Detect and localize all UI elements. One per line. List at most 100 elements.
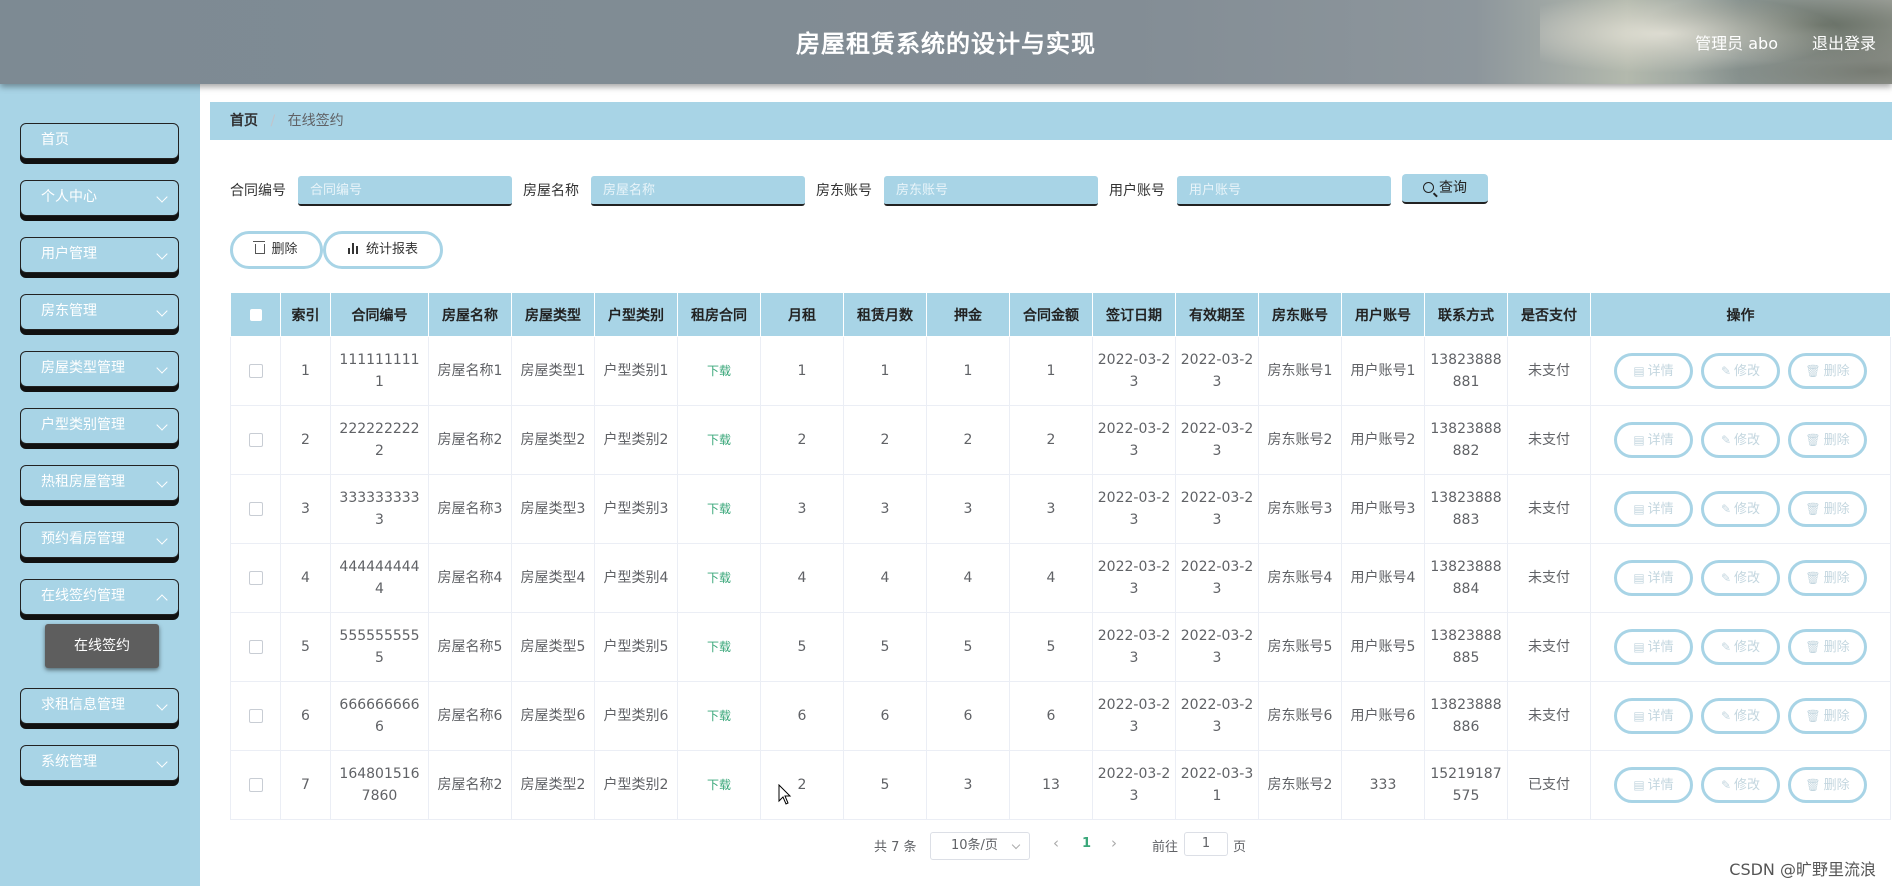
edit-button[interactable]: ✎ 修改 <box>1701 629 1780 665</box>
contract-download-link[interactable]: 下载 <box>707 364 731 378</box>
sidebar-item-personal-center[interactable]: 个人中心 <box>20 180 179 216</box>
contract-file-cell: 下载 <box>677 543 761 613</box>
prev-page-chevron-icon[interactable]: ‹ <box>1053 834 1059 862</box>
logout-link[interactable]: 退出登录 <box>1812 30 1876 54</box>
phone-cell: 15219187575 <box>1424 750 1508 820</box>
layout-category-cell: 户型类别6 <box>594 681 678 751</box>
row-select-cell[interactable] <box>230 681 281 751</box>
contract-download-link[interactable]: 下载 <box>707 502 731 516</box>
contract-no-input[interactable] <box>298 176 512 206</box>
delete-button[interactable]: 🗑 删除 <box>1788 353 1867 389</box>
breadcrumb-home[interactable]: 首页 <box>230 113 258 129</box>
row-checkbox[interactable] <box>248 433 263 447</box>
valid-until-cell: 2022-03-23 <box>1175 405 1259 475</box>
chevron-down-icon <box>156 191 168 203</box>
sidebar-item-layout-category-management[interactable]: 户型类别管理 <box>20 408 179 444</box>
row-checkbox[interactable] <box>248 571 263 585</box>
edit-button[interactable]: ✎ 修改 <box>1701 767 1780 803</box>
detail-button[interactable]: ▤ 详情 <box>1614 353 1693 389</box>
row-checkbox[interactable] <box>248 364 263 378</box>
edit-button-label: 修改 <box>1734 640 1761 655</box>
detail-button-label: 详情 <box>1647 709 1674 724</box>
sidebar-item-house-type-management[interactable]: 房屋类型管理 <box>20 351 179 387</box>
delete-button[interactable]: 🗑 删除 <box>1788 629 1867 665</box>
contract-amount-cell: 1 <box>1009 336 1093 406</box>
row-checkbox[interactable] <box>248 640 263 654</box>
row-actions-cell: ▤ 详情 ✎ 修改 🗑 删除 <box>1590 750 1891 820</box>
detail-button[interactable]: ▤ 详情 <box>1614 422 1693 458</box>
statistics-report-button[interactable]: 统计报表 <box>323 231 443 269</box>
contract-download-link[interactable]: 下载 <box>707 571 731 585</box>
detail-button[interactable]: ▤ 详情 <box>1614 560 1693 596</box>
delete-button[interactable]: 🗑 删除 <box>1788 560 1867 596</box>
column-header: 押金 <box>926 292 1010 337</box>
row-checkbox[interactable] <box>248 709 263 723</box>
sidebar-item-user-management[interactable]: 用户管理 <box>20 237 179 273</box>
sidebar-item-hot-rental-management[interactable]: 热租房屋管理 <box>20 465 179 501</box>
row-checkbox[interactable] <box>248 778 263 792</box>
select-all-cell[interactable] <box>230 292 281 337</box>
table-row[interactable]: 1 1111111111 房屋名称1 房屋类型1 户型类别1 下载 1 1 1 1 2022-03-… <box>230 336 1891 406</box>
edit-button[interactable]: ✎ 修改 <box>1701 560 1780 596</box>
detail-button[interactable]: ▤ 详情 <box>1614 698 1693 734</box>
sidebar-subitem-online-signing[interactable]: 在线签约 <box>45 624 159 668</box>
edit-button[interactable]: ✎ 修改 <box>1701 698 1780 734</box>
contract-download-link[interactable]: 下载 <box>707 640 731 654</box>
row-select-cell[interactable] <box>230 612 281 682</box>
column-header: 索引 <box>280 292 331 337</box>
edit-button[interactable]: ✎ 修改 <box>1701 422 1780 458</box>
house-type-cell: 房屋类型4 <box>511 543 595 613</box>
detail-button[interactable]: ▤ 详情 <box>1614 629 1693 665</box>
landlord-account-input[interactable] <box>884 176 1098 206</box>
delete-button[interactable]: 🗑 删除 <box>1788 767 1867 803</box>
sign-date-cell: 2022-03-23 <box>1092 474 1176 544</box>
row-select-cell[interactable] <box>230 336 281 406</box>
sidebar-item-rental-request-management[interactable]: 求租信息管理 <box>20 688 179 724</box>
sidebar-item-landlord-management[interactable]: 房东管理 <box>20 294 179 330</box>
batch-delete-button[interactable]: 删除 <box>230 231 323 269</box>
row-select-cell[interactable] <box>230 405 281 475</box>
edit-button[interactable]: ✎ 修改 <box>1701 353 1780 389</box>
row-checkbox[interactable] <box>248 502 263 516</box>
sidebar-item-viewing-appointment-management[interactable]: 预约看房管理 <box>20 522 179 558</box>
row-select-cell[interactable] <box>230 750 281 820</box>
detail-button[interactable]: ▤ 详情 <box>1614 767 1693 803</box>
table-row[interactable]: 4 4444444444 房屋名称4 房屋类型4 户型类别4 下载 4 4 4 4 2022-03-… <box>230 543 1891 613</box>
house-type-cell: 房屋类型1 <box>511 336 595 406</box>
rental-months-cell: 6 <box>843 681 927 751</box>
sidebar-item-system-management[interactable]: 系统管理 <box>20 745 179 781</box>
user-account-input[interactable] <box>1177 176 1391 206</box>
house-name-input[interactable] <box>591 176 805 206</box>
delete-button[interactable]: 🗑 删除 <box>1788 698 1867 734</box>
row-select-cell[interactable] <box>230 474 281 544</box>
user-account-cell: 333 <box>1341 750 1425 820</box>
page-size-select[interactable]: 10条/页 <box>930 832 1030 860</box>
query-button[interactable]: 查询 <box>1402 174 1488 204</box>
layout-category-cell: 户型类别1 <box>594 336 678 406</box>
table-row[interactable]: 6 6666666666 房屋名称6 房屋类型6 户型类别6 下载 6 6 6 6 2022-03-… <box>230 681 1891 751</box>
next-page-chevron-icon[interactable]: › <box>1111 834 1117 862</box>
delete-button-label: 删除 <box>1823 571 1850 586</box>
delete-button[interactable]: 🗑 删除 <box>1788 491 1867 527</box>
table-row[interactable]: 2 2222222222 房屋名称2 房屋类型2 户型类别2 下载 2 2 2 2 2022-03-… <box>230 405 1891 475</box>
contract-download-link[interactable]: 下载 <box>707 433 731 447</box>
contract-download-link[interactable]: 下载 <box>707 709 731 723</box>
delete-button[interactable]: 🗑 删除 <box>1788 422 1867 458</box>
landlord-account-cell: 房东账号1 <box>1258 336 1342 406</box>
current-page-number[interactable]: 1 <box>1082 836 1091 864</box>
edit-button[interactable]: ✎ 修改 <box>1701 491 1780 527</box>
monthly-rent-cell: 2 <box>760 405 844 475</box>
detail-button[interactable]: ▤ 详情 <box>1614 491 1693 527</box>
goto-page-input[interactable]: 1 <box>1184 832 1228 856</box>
document-icon: ▤ <box>1633 709 1645 723</box>
row-select-cell[interactable] <box>230 543 281 613</box>
table-row[interactable]: 5 5555555555 房屋名称5 房屋类型5 户型类别5 下载 5 5 5 5 2022-03-… <box>230 612 1891 682</box>
table-row[interactable]: 7 1648015167860 房屋名称2 房屋类型2 户型类别2 下载 2 5 3 13 2022… <box>230 750 1891 820</box>
contract-download-link[interactable]: 下载 <box>707 778 731 792</box>
delete-button-label: 删除 <box>1823 709 1850 724</box>
select-all-checkbox[interactable] <box>249 308 262 321</box>
sidebar-item-home[interactable]: 首页 <box>20 123 179 159</box>
sidebar-item-online-signing-management[interactable]: 在线签约管理 <box>20 579 179 615</box>
table-row[interactable]: 3 3333333333 房屋名称3 房屋类型3 户型类别3 下载 3 3 3 3 2022-03-… <box>230 474 1891 544</box>
breadcrumb-separator: / <box>270 113 276 129</box>
